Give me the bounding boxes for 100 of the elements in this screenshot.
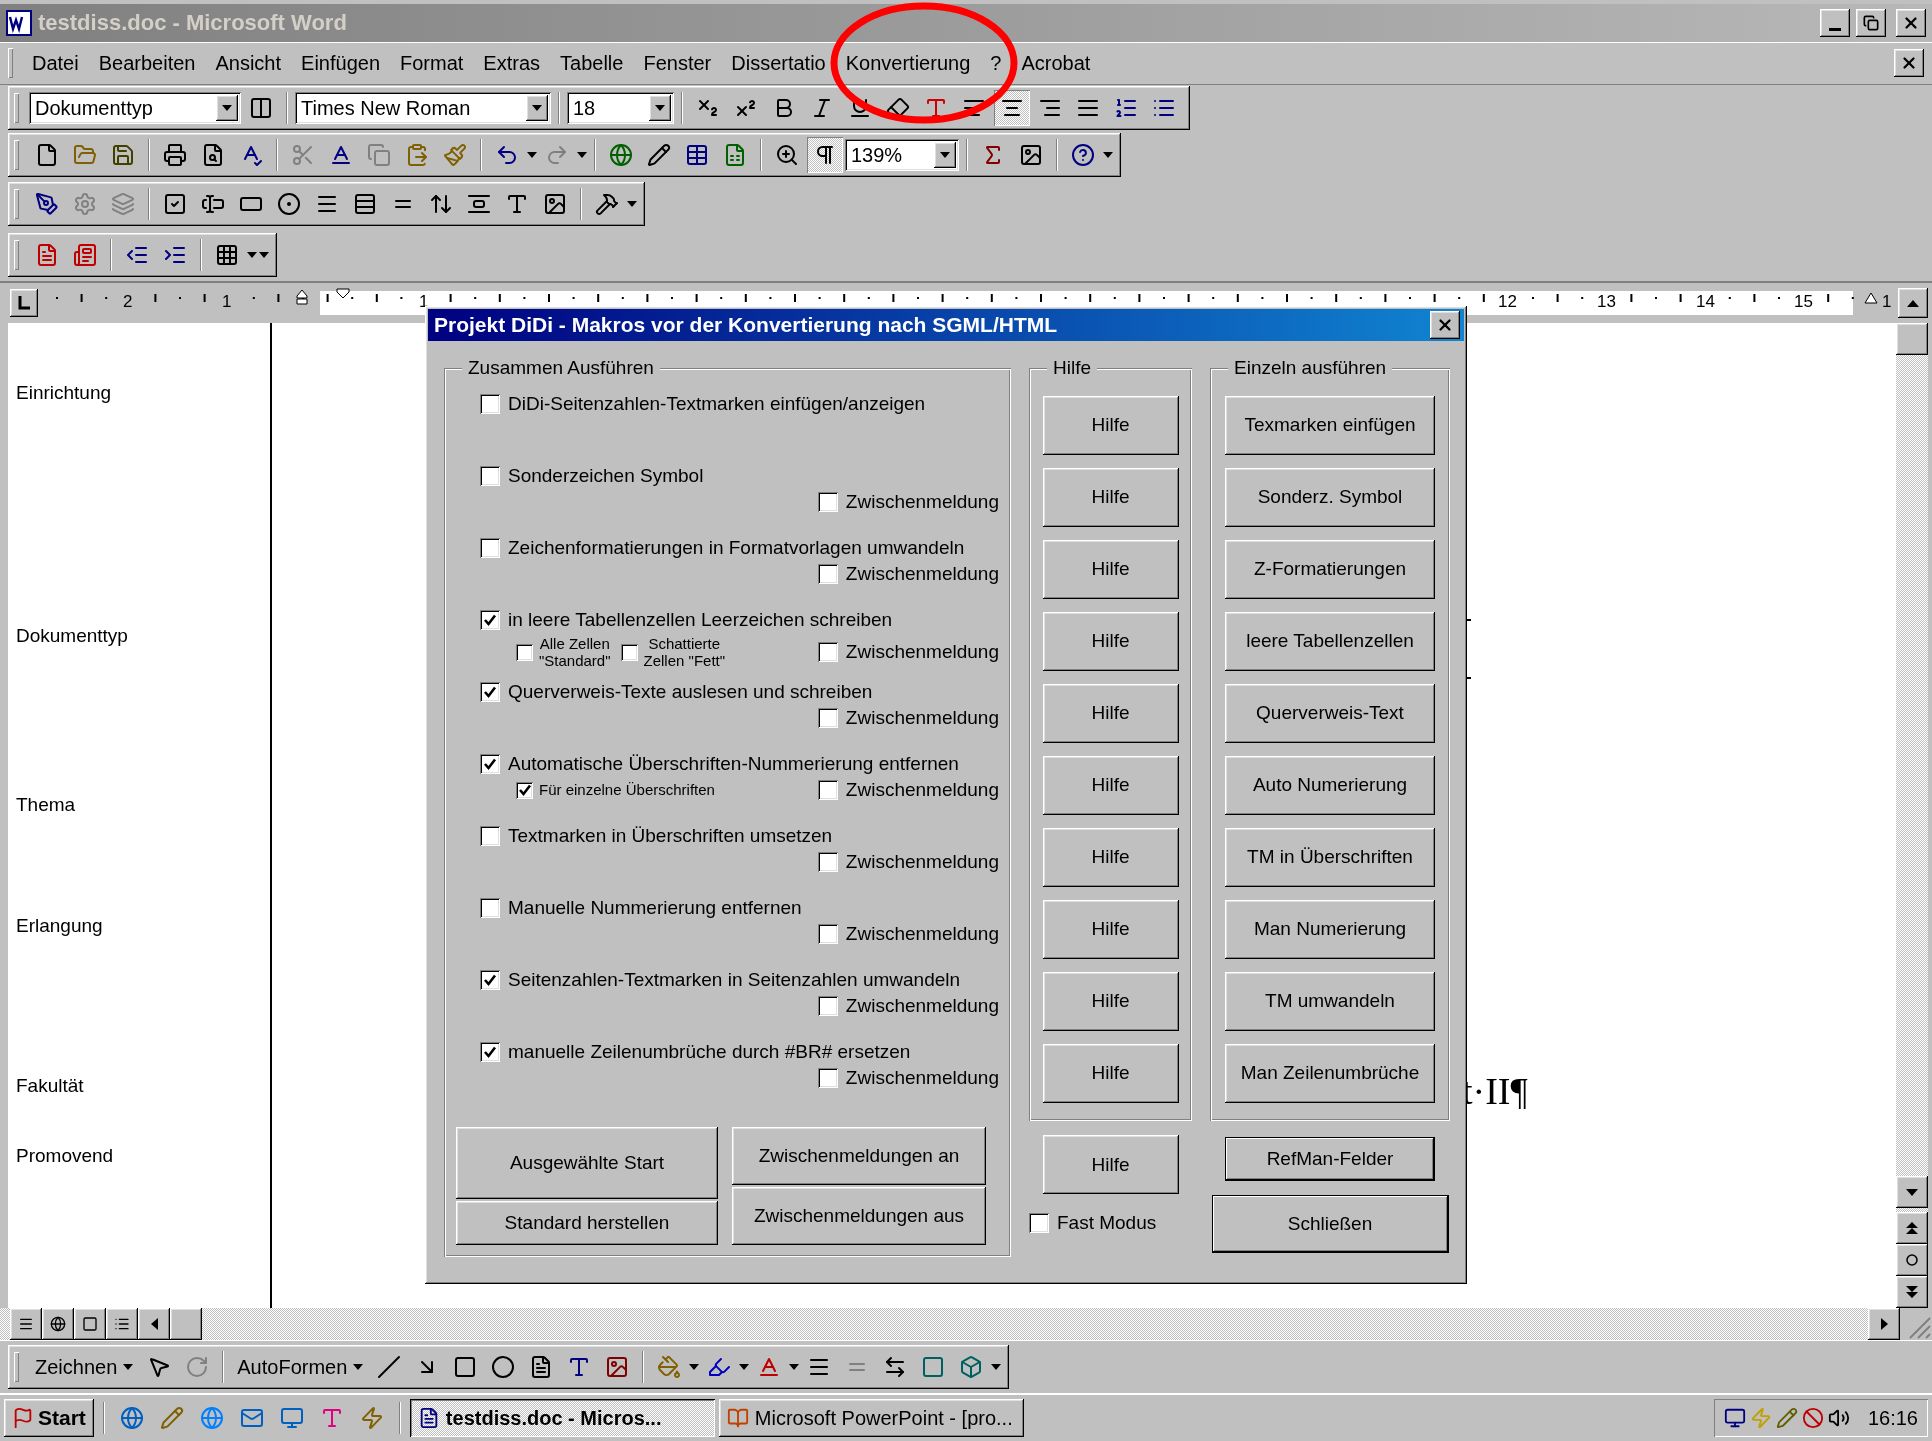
- checkbox[interactable]: [480, 970, 500, 990]
- run-macro-button[interactable]: Querverweis-Text: [1225, 683, 1435, 743]
- pen-icon[interactable]: [1775, 1407, 1798, 1429]
- undo-icon[interactable]: [495, 143, 519, 167]
- volume-icon[interactable]: [1827, 1407, 1850, 1429]
- menu-item[interactable]: Fenster: [634, 47, 721, 79]
- toolbar-grip[interactable]: [14, 140, 19, 170]
- checkbox[interactable]: [817, 924, 838, 944]
- zoom-dropdown[interactable]: 139%: [845, 139, 959, 171]
- checkbox[interactable]: [817, 492, 838, 512]
- tools-icon[interactable]: [595, 192, 619, 216]
- checkbox[interactable]: [817, 708, 838, 728]
- borders-icon[interactable]: [215, 243, 239, 267]
- dropdown-button[interactable]: [649, 95, 671, 121]
- formatting-marks-toggle[interactable]: [807, 137, 843, 173]
- dropdown-button[interactable]: [934, 142, 956, 168]
- scroll-down-button[interactable]: [1896, 1176, 1928, 1208]
- minimize-button[interactable]: [1820, 9, 1850, 37]
- close-dialog-button[interactable]: Schließen: [1211, 1195, 1449, 1253]
- start-button[interactable]: Start: [4, 1399, 94, 1437]
- menu-item[interactable]: ?: [981, 47, 1011, 79]
- checkbox[interactable]: [516, 781, 533, 799]
- autoshapes-menu[interactable]: AutoFormen: [231, 1355, 370, 1379]
- help-button[interactable]: Hilfe: [1042, 755, 1179, 815]
- close-document-button[interactable]: [1894, 49, 1924, 77]
- menu-item[interactable]: Extras: [474, 47, 550, 79]
- checkbox[interactable]: [620, 643, 638, 661]
- desktop-icon[interactable]: [279, 1406, 304, 1430]
- menu-item[interactable]: Format: [391, 47, 473, 79]
- dropdown-button[interactable]: [526, 95, 548, 121]
- checkbox[interactable]: [480, 466, 500, 486]
- open-folder-icon[interactable]: [73, 143, 97, 167]
- checkbox[interactable]: [817, 852, 838, 872]
- underline-icon[interactable]: [848, 96, 872, 120]
- print-view-button[interactable]: [74, 1308, 106, 1340]
- messages-off-button[interactable]: Zwischenmeldungen aus: [732, 1187, 986, 1245]
- font-size-dropdown[interactable]: 18: [567, 92, 674, 124]
- checkbox[interactable]: [817, 564, 838, 584]
- save-icon[interactable]: [111, 143, 135, 167]
- checkbox-field-icon[interactable]: [163, 192, 187, 216]
- checkbox[interactable]: [817, 780, 838, 800]
- spin-button-icon[interactable]: [429, 192, 453, 216]
- run-macro-button[interactable]: Auto Numerierung: [1225, 755, 1435, 815]
- previous-page-button[interactable]: [1896, 1212, 1928, 1244]
- menu-item[interactable]: Acrobat: [1012, 47, 1100, 79]
- font-dropdown[interactable]: Times New Roman: [295, 92, 551, 124]
- outline-view-button[interactable]: [106, 1308, 138, 1340]
- help-button[interactable]: Hilfe: [1042, 539, 1179, 599]
- menu-item[interactable]: Datei: [23, 47, 88, 79]
- toolbar-grip[interactable]: [14, 93, 19, 123]
- help-button[interactable]: Hilfe: [1042, 1043, 1179, 1103]
- picture-icon[interactable]: [1019, 143, 1043, 167]
- checkbox[interactable]: [817, 996, 838, 1016]
- browser-icon[interactable]: [119, 1406, 144, 1430]
- dropdown-button[interactable]: [216, 95, 238, 121]
- checkbox[interactable]: [480, 538, 500, 558]
- size-grip-icon[interactable]: [1900, 1308, 1932, 1340]
- mail-icon[interactable]: [239, 1406, 264, 1430]
- menu-item[interactable]: Bearbeiten: [89, 47, 205, 79]
- line-color-icon[interactable]: [707, 1355, 732, 1379]
- menu-item[interactable]: Dissertatio: [722, 47, 835, 79]
- run-macro-button[interactable]: Sonderz. Symbol: [1225, 467, 1435, 527]
- draw-menu[interactable]: Zeichnen: [29, 1355, 140, 1379]
- checkbox[interactable]: [480, 754, 500, 774]
- checkbox[interactable]: [516, 643, 533, 661]
- reset-defaults-button[interactable]: Standard herstellen: [456, 1201, 718, 1245]
- spreadsheet-icon[interactable]: [723, 143, 747, 167]
- option-button-icon[interactable]: [277, 192, 301, 216]
- printer-icon[interactable]: [163, 143, 187, 167]
- scroll-thumb[interactable]: [1896, 323, 1928, 355]
- checkbox[interactable]: [817, 642, 838, 663]
- toolbar-grip[interactable]: [14, 1352, 19, 1382]
- refman-fields-button[interactable]: RefMan-Felder: [1225, 1137, 1435, 1181]
- help-button[interactable]: Hilfe: [1042, 467, 1179, 527]
- taskbar-button[interactable]: testdiss.doc - Micros...: [409, 1399, 715, 1437]
- globe-icon[interactable]: [609, 143, 633, 167]
- help-button[interactable]: Hilfe: [1042, 611, 1179, 671]
- help-button[interactable]: Hilfe: [1042, 827, 1179, 887]
- help-button[interactable]: Hilfe: [1042, 1135, 1179, 1194]
- normal-view-button[interactable]: [10, 1308, 42, 1340]
- checkbox[interactable]: [480, 394, 500, 414]
- numbered-list-icon[interactable]: [1114, 96, 1138, 120]
- run-macro-button[interactable]: leere Tabellenzellen: [1225, 611, 1435, 671]
- blocked-icon[interactable]: [1801, 1407, 1824, 1429]
- run-macro-button[interactable]: Man Numerierung: [1225, 899, 1435, 959]
- next-page-button[interactable]: [1896, 1276, 1928, 1308]
- ellipse-icon[interactable]: [491, 1355, 516, 1379]
- help-button[interactable]: Hilfe: [1042, 395, 1179, 455]
- rectangle-icon[interactable]: [453, 1355, 478, 1379]
- scroll-thumb[interactable]: [170, 1308, 202, 1340]
- messages-on-button[interactable]: Zwischenmeldungen an: [732, 1127, 986, 1185]
- help-button[interactable]: Hilfe: [1042, 899, 1179, 959]
- table-icon[interactable]: [685, 143, 709, 167]
- toolbar-grip[interactable]: [14, 189, 19, 219]
- restore-button[interactable]: [1856, 9, 1886, 37]
- start-selected-button[interactable]: Ausgewählte Start: [456, 1127, 718, 1199]
- tab-selector-button[interactable]: [10, 289, 38, 317]
- paste-icon[interactable]: [405, 143, 429, 167]
- style-dropdown[interactable]: Dokumenttyp: [29, 92, 241, 124]
- new-document-icon[interactable]: [35, 143, 59, 167]
